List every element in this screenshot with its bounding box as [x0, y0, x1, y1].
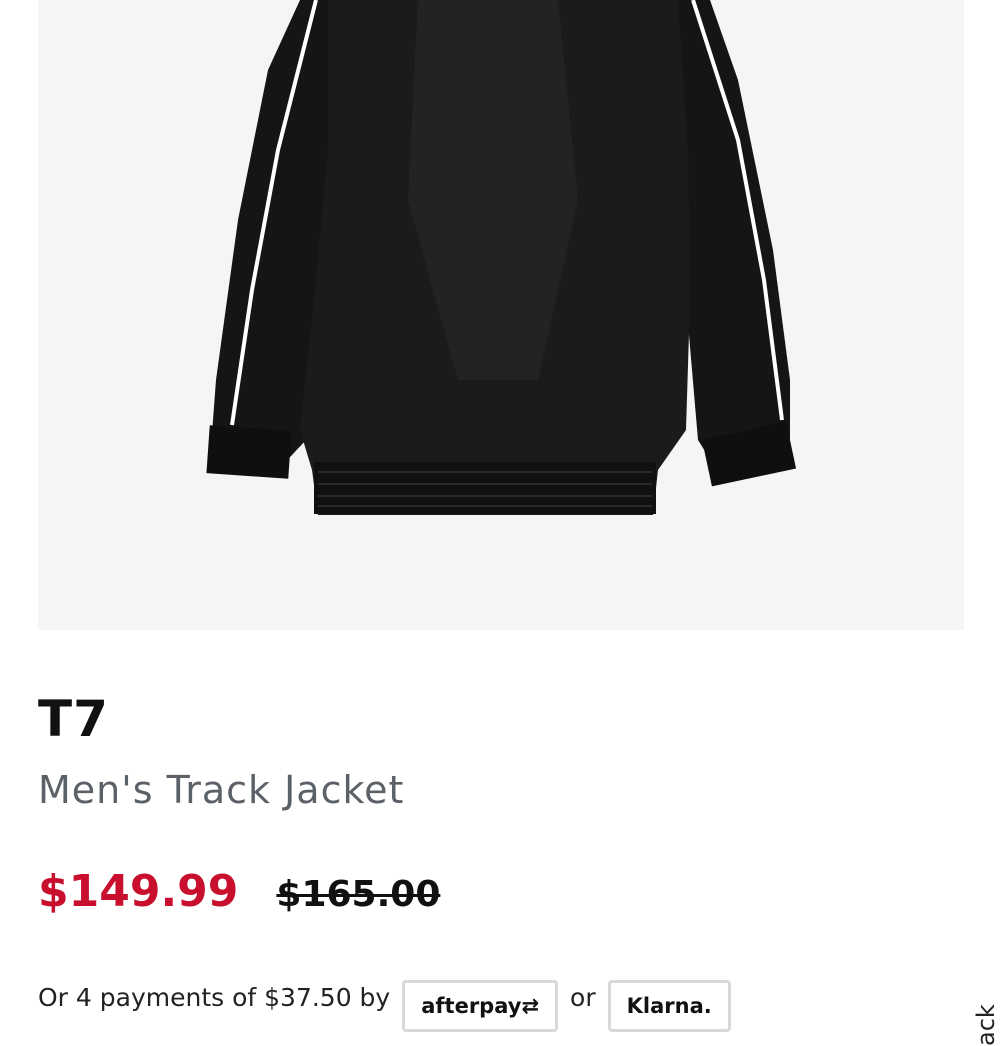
installment-payments: Or 4 payments of $37.50 by afterpay ⇄ or…	[38, 962, 731, 1032]
afterpay-button[interactable]: afterpay ⇄	[402, 980, 559, 1032]
product-name: Men's Track Jacket	[38, 768, 405, 812]
klarna-button[interactable]: Klarna.	[607, 980, 731, 1032]
installment-text: Or 4 payments of $37.50 by	[38, 982, 391, 1012]
afterpay-logo-icon: ⇄	[521, 994, 540, 1018]
original-price: $165.00	[276, 874, 441, 915]
product-brand: T7	[38, 690, 109, 748]
klarna-label: Klarna.	[626, 994, 712, 1018]
sale-price: $149.99	[38, 866, 239, 917]
feedback-label: ack	[972, 1004, 1000, 1046]
afterpay-label: afterpay	[421, 994, 522, 1018]
payment-separator: or	[570, 982, 596, 1012]
feedback-tab[interactable]: ack	[972, 1000, 1000, 1046]
jacket-illustration	[206, 0, 797, 515]
price-row: $149.99 $165.00	[38, 866, 440, 917]
product-image[interactable]	[38, 0, 964, 630]
